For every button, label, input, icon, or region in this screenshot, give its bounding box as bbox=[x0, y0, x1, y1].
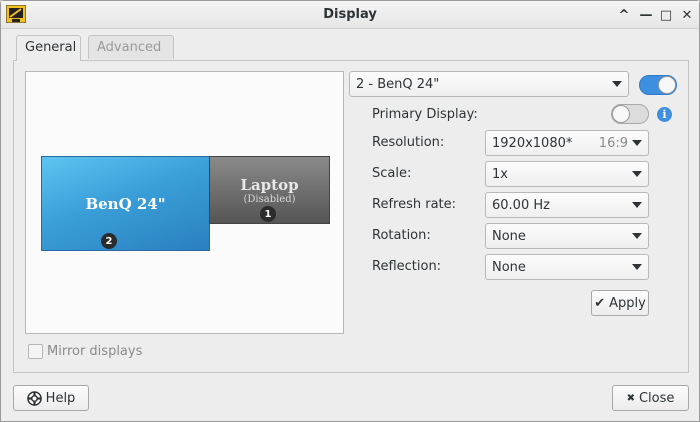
display-window: Display ^ — □ ✕ General Advanced BenQ 24… bbox=[0, 0, 700, 422]
close-button-label: Close bbox=[638, 390, 675, 406]
resolution-label: Resolution: bbox=[372, 135, 445, 150]
monitor-laptop-number-badge: 1 bbox=[260, 206, 276, 222]
chevron-down-icon bbox=[632, 264, 642, 270]
mirror-displays-label: Mirror displays bbox=[47, 344, 143, 359]
info-icon[interactable]: i bbox=[657, 107, 672, 122]
reflection-value: None bbox=[492, 259, 526, 275]
scale-label: Scale: bbox=[372, 166, 412, 181]
tab-general[interactable]: General bbox=[16, 35, 81, 61]
primary-display-label: Primary Display: bbox=[372, 107, 478, 122]
chevron-down-icon bbox=[632, 140, 642, 146]
monitor-laptop-status: (Disabled) bbox=[243, 193, 296, 205]
tab-advanced[interactable]: Advanced bbox=[88, 35, 174, 59]
resolution-dropdown[interactable]: 1920x1080* 16:9 bbox=[485, 130, 649, 156]
shade-button[interactable]: — bbox=[638, 7, 654, 23]
help-button-label: Help bbox=[45, 390, 76, 406]
close-window-button[interactable]: ✕ bbox=[679, 7, 695, 23]
mirror-displays-option: Mirror displays bbox=[28, 344, 142, 359]
display-enabled-toggle[interactable] bbox=[639, 75, 677, 95]
scale-value: 1x bbox=[492, 166, 508, 182]
display-layout-preview: BenQ 24" 2 Laptop (Disabled) 1 bbox=[25, 71, 344, 334]
chevron-down-icon bbox=[612, 81, 622, 87]
resolution-value: 1920x1080* bbox=[492, 135, 573, 151]
display-select-dropdown[interactable]: 2 - BenQ 24" bbox=[349, 71, 629, 97]
checkmark-icon: ✔ bbox=[594, 295, 606, 311]
help-button[interactable]: Help bbox=[13, 385, 89, 411]
reflection-dropdown[interactable]: None bbox=[485, 254, 649, 280]
display-select-value: 2 - BenQ 24" bbox=[356, 76, 440, 92]
chevron-down-icon bbox=[632, 233, 642, 239]
rotation-value: None bbox=[492, 228, 526, 244]
apply-button-label: Apply bbox=[609, 295, 646, 311]
chevron-down-icon bbox=[632, 171, 642, 177]
monitor-benq[interactable]: BenQ 24" bbox=[41, 156, 210, 251]
maximize-button[interactable]: □ bbox=[658, 7, 674, 23]
primary-display-toggle[interactable] bbox=[611, 104, 649, 124]
monitor-benq-name: BenQ 24" bbox=[85, 194, 166, 213]
refresh-rate-label: Refresh rate: bbox=[372, 197, 457, 212]
close-icon: ✖ bbox=[626, 392, 635, 404]
refresh-rate-value: 60.00 Hz bbox=[492, 197, 550, 213]
toggle-knob bbox=[658, 76, 676, 94]
resolution-aspect-ratio: 16:9 bbox=[598, 135, 628, 151]
rotation-label: Rotation: bbox=[372, 228, 431, 243]
help-lifebuoy-icon bbox=[26, 390, 42, 406]
scale-dropdown[interactable]: 1x bbox=[485, 161, 649, 187]
monitor-benq-number-badge: 2 bbox=[101, 233, 117, 249]
minimize-button[interactable]: ^ bbox=[616, 7, 632, 23]
rotation-dropdown[interactable]: None bbox=[485, 223, 649, 249]
reflection-label: Reflection: bbox=[372, 259, 442, 274]
title-bar[interactable]: Display ^ — □ ✕ bbox=[1, 1, 699, 29]
toggle-knob bbox=[612, 105, 630, 123]
apply-button[interactable]: ✔ Apply bbox=[591, 290, 649, 316]
mirror-displays-checkbox[interactable] bbox=[28, 344, 43, 359]
window-title: Display bbox=[323, 7, 377, 22]
monitor-laptop-name: Laptop bbox=[240, 175, 299, 194]
chevron-down-icon bbox=[632, 202, 642, 208]
close-button[interactable]: ✖ Close bbox=[612, 385, 689, 411]
refresh-rate-dropdown[interactable]: 60.00 Hz bbox=[485, 192, 649, 218]
